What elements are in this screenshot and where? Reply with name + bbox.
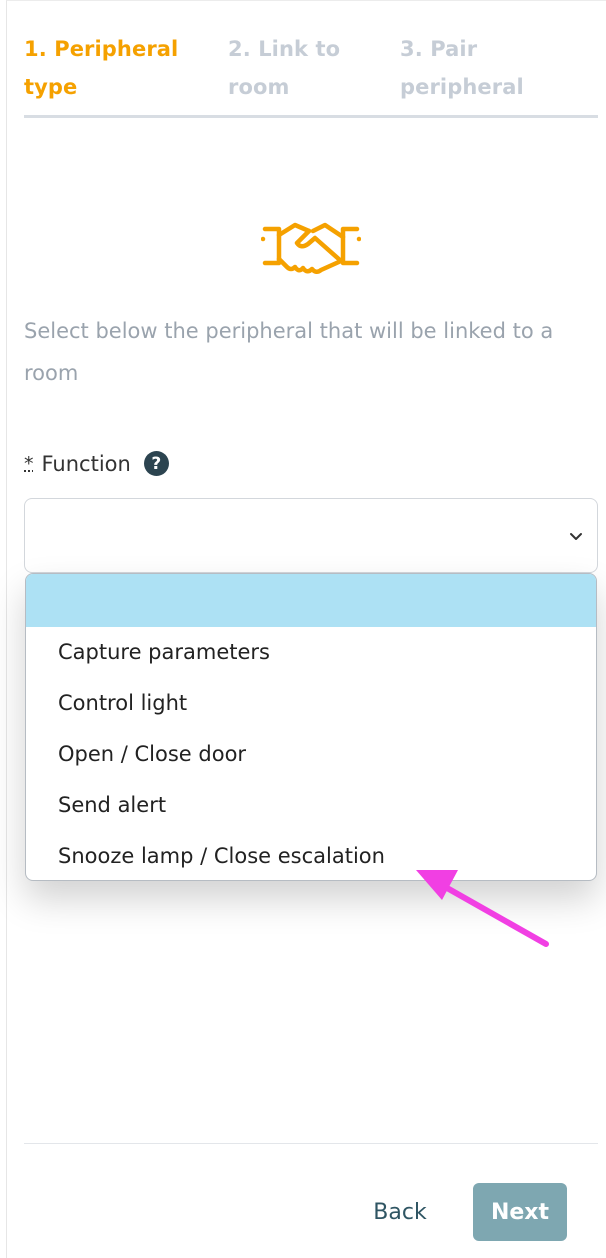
question-circle-icon[interactable]: ? <box>143 451 169 476</box>
wizard-stepper: 1. Peripheral type 2. Link to room 3. Pa… <box>24 30 598 118</box>
dropdown-option-control-light[interactable]: Control light <box>26 678 596 729</box>
next-button[interactable]: Next <box>473 1183 567 1241</box>
step-2-label-line2: room <box>228 75 290 99</box>
dropdown-option-capture-parameters[interactable]: Capture parameters <box>26 627 596 678</box>
chevron-down-icon <box>570 533 582 540</box>
step-1-label-line2: type <box>24 75 78 99</box>
footer-divider <box>24 1143 598 1144</box>
dropdown-option-empty[interactable] <box>26 574 596 627</box>
back-button[interactable]: Back <box>350 1184 450 1242</box>
required-marker: * <box>24 452 34 475</box>
handshake-icon <box>261 222 361 274</box>
pointer-arrow-icon <box>416 870 549 947</box>
intro-text: Select below the peripheral that will be… <box>24 319 554 385</box>
step-peripheral-type[interactable]: 1. Peripheral type <box>24 30 228 115</box>
step-3-label-line2: peripheral <box>400 75 524 99</box>
function-dropdown-list: Capture parameters Control light Open / … <box>25 573 597 881</box>
dropdown-option-open-close-door[interactable]: Open / Close door <box>26 729 596 780</box>
function-select[interactable] <box>24 498 598 573</box>
function-label: * Function ? <box>24 451 169 476</box>
function-label-text: Function <box>41 451 131 476</box>
step-1-label-line1: 1. Peripheral <box>24 37 179 61</box>
step-3-label-line1: 3. Pair <box>400 37 478 61</box>
dropdown-option-send-alert[interactable]: Send alert <box>26 780 596 831</box>
step-link-to-room[interactable]: 2. Link to room <box>228 30 400 115</box>
step-2-label-line1: 2. Link to <box>228 37 341 61</box>
step-pair-peripheral[interactable]: 3. Pair peripheral <box>400 30 598 115</box>
